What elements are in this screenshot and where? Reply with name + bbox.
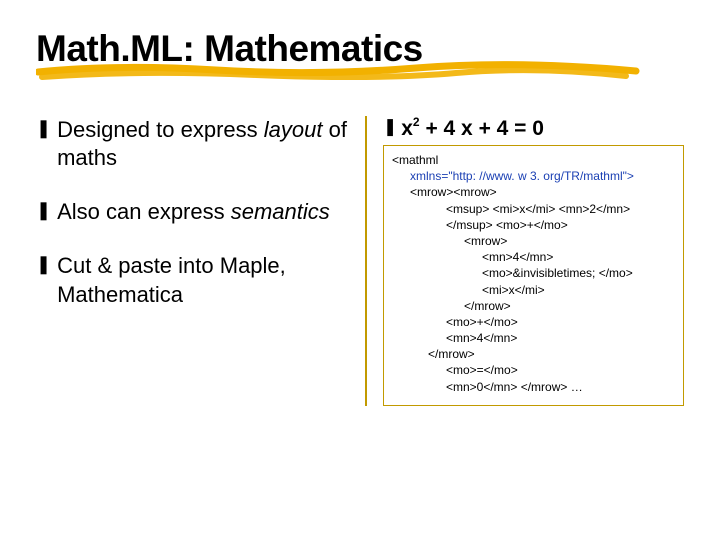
equation-base: x (401, 117, 413, 140)
equation-rest: + 4 x + 4 = 0 (420, 117, 544, 140)
code-line: <mo>+</mo> (392, 314, 675, 330)
text-fragment: Designed to express (57, 117, 264, 142)
text-fragment: Also can express (57, 199, 231, 224)
bullet-icon: ❚ (36, 116, 51, 141)
slide: Math.ML: Mathematics ❚ Designed to expre… (0, 0, 720, 540)
title-block: Math.ML: Mathematics (36, 28, 684, 88)
code-line: <mrow> (392, 233, 675, 249)
right-column: ❚ x2 + 4 x + 4 = 0 <mathml xmlns="http: … (365, 116, 684, 406)
code-namespace-line: xmlns="http: //www. w 3. org/TR/mathml"> (392, 168, 675, 184)
code-line: <mo>=</mo> (392, 362, 675, 378)
equation-exponent: 2 (413, 115, 420, 129)
code-line: <msup> <mi>x</mi> <mn>2</mn> (392, 201, 675, 217)
bullet-text: Cut & paste into Maple, Mathematica (57, 252, 347, 308)
mathml-code-box: <mathml xmlns="http: //www. w 3. org/TR/… (383, 145, 684, 406)
code-line: </mrow> (392, 346, 675, 362)
bullet-icon: ❚ (36, 252, 51, 277)
code-line: <mrow><mrow> (392, 184, 675, 200)
text-emphasis: semantics (231, 199, 330, 224)
text-emphasis: layout (264, 117, 323, 142)
bullet-item: ❚ Designed to express layout of maths (36, 116, 347, 172)
bullet-text: Designed to express layout of maths (57, 116, 347, 172)
code-line: <mn>0</mn> </mrow> … (392, 379, 675, 395)
left-column: ❚ Designed to express layout of maths ❚ … (36, 116, 365, 406)
bullet-item: ❚ Cut & paste into Maple, Mathematica (36, 252, 347, 308)
code-line: <mathml (392, 152, 675, 168)
code-line: <mn>4</mn> (392, 249, 675, 265)
bullet-icon: ❚ (36, 198, 51, 223)
equation-text: x2 + 4 x + 4 = 0 (401, 116, 544, 141)
code-line: </msup> <mo>+</mo> (392, 217, 675, 233)
bullet-item: ❚ Also can express semantics (36, 198, 347, 226)
bullet-icon: ❚ (383, 116, 397, 139)
slide-title: Math.ML: Mathematics (36, 28, 684, 70)
code-line: <mi>x</mi> (392, 282, 675, 298)
text-fragment: Cut & paste into Maple, Mathematica (57, 253, 286, 306)
content-columns: ❚ Designed to express layout of maths ❚ … (36, 116, 684, 406)
bullet-text: Also can express semantics (57, 198, 347, 226)
equation-heading: ❚ x2 + 4 x + 4 = 0 (383, 116, 684, 141)
code-line: <mo>&invisibletimes; </mo> (392, 265, 675, 281)
code-line: <mn>4</mn> (392, 330, 675, 346)
code-line: </mrow> (392, 298, 675, 314)
